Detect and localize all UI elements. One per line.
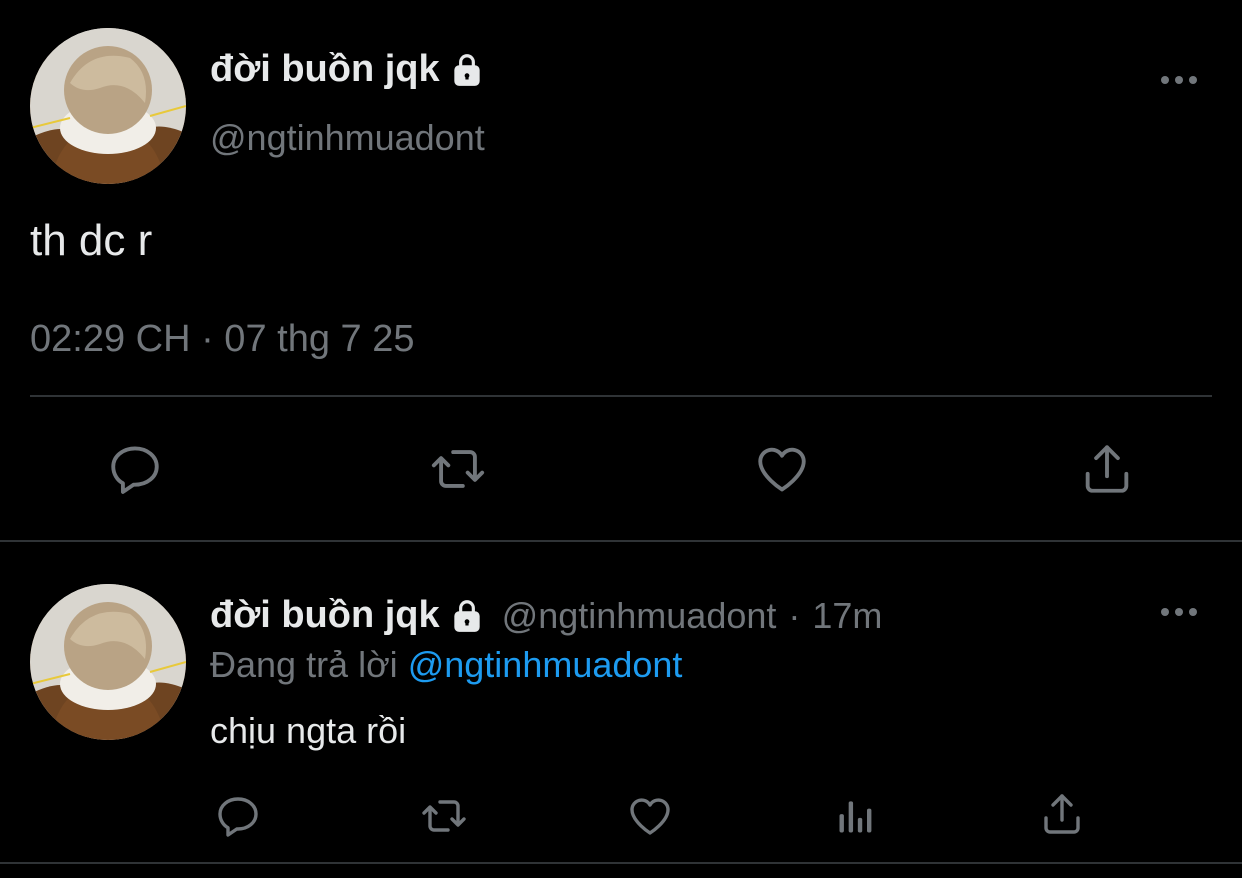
divider [0, 862, 1242, 864]
avatar[interactable] [30, 28, 186, 184]
reply-header: đời buồn jqk @ngtinhmuadont · 17m [210, 594, 882, 637]
timestamp[interactable]: 02:29 CH · 07 thg 7 25 [30, 318, 414, 361]
reply-icon[interactable] [214, 792, 262, 840]
reply-icon[interactable] [106, 440, 164, 498]
tweet-text: th dc r [30, 216, 153, 265]
lock-icon [448, 597, 486, 635]
more-horizontal-icon[interactable] [1160, 602, 1198, 622]
separator: · [788, 594, 801, 636]
display-name-text: đời buồn jqk [210, 594, 440, 636]
heart-icon[interactable] [752, 440, 812, 498]
analytics-icon[interactable] [834, 792, 878, 840]
divider [30, 395, 1212, 397]
display-name[interactable]: đời buồn jqk [210, 48, 486, 91]
replying-to-prefix: Đang trả lời [210, 644, 398, 685]
replying-to-handle[interactable]: @ngtinhmuadont [408, 644, 683, 685]
handle[interactable]: @ngtinhmuadont [502, 595, 777, 637]
avatar[interactable] [30, 584, 186, 740]
display-name[interactable]: đời buồn jqk [210, 594, 486, 637]
share-icon[interactable] [1078, 440, 1136, 498]
retweet-icon[interactable] [426, 440, 490, 498]
lock-icon [448, 51, 486, 89]
tweet-text: chịu ngta rồi [210, 710, 407, 751]
more-horizontal-icon[interactable] [1160, 70, 1198, 90]
display-name-text: đời buồn jqk [210, 48, 440, 90]
divider [0, 540, 1242, 542]
replying-to: Đang trả lời @ngtinhmuadont [210, 644, 682, 686]
share-icon[interactable] [1038, 790, 1086, 838]
heart-icon[interactable] [626, 792, 674, 840]
handle[interactable]: @ngtinhmuadont [210, 117, 485, 159]
retweet-icon[interactable] [416, 792, 472, 840]
tweet-age[interactable]: 17m [812, 595, 882, 637]
